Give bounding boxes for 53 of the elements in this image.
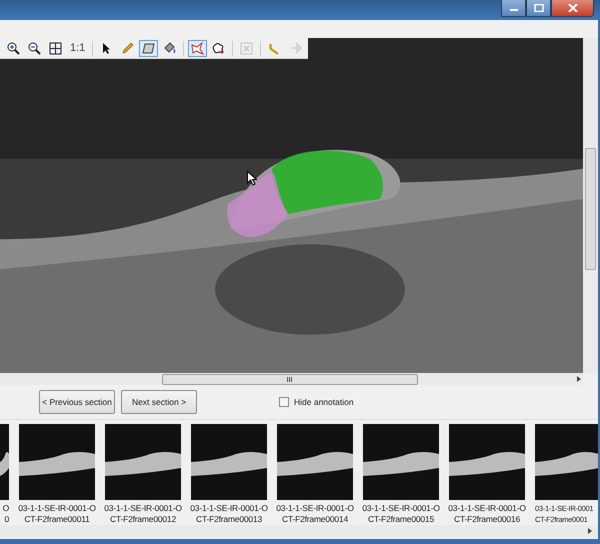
thumbnail-caption: CT-F2frame00012 [110,514,176,525]
previous-section-button[interactable]: < Previous section [39,390,115,414]
pointer-icon [247,171,257,186]
thumbnail-caption: 0 [4,514,9,525]
thumbnail-caption: 03-1-1-SE-IR-0001-O [448,503,526,514]
actual-size-button[interactable]: 1:1 [67,40,88,56]
right-arrow-icon[interactable] [577,376,581,382]
horizontal-scrollbar[interactable] [0,373,583,385]
scan-thumbnail[interactable] [277,424,353,500]
zoom-in-icon [7,42,20,54]
scrollbar-thumb[interactable] [162,374,418,385]
polygon-button[interactable] [139,40,158,56]
grip-icon [287,377,293,382]
right-arrow-icon[interactable] [588,528,592,534]
shape-icon [142,42,156,54]
blob-icon [212,42,226,54]
thumbnail-caption: CT-F2frame00013 [196,514,262,525]
thumbnail-caption: CT-F2frame00014 [282,514,348,525]
thumbnail-caption: 03-1-1-SE-IR-0001-O [18,503,96,514]
hide-annotation-checkbox[interactable] [279,397,289,407]
fit-icon [49,42,62,54]
scan-thumbnail[interactable] [449,424,525,500]
scan-thumbnail[interactable] [0,424,9,500]
maximize-button[interactable] [526,0,551,17]
zoom-out-icon [28,42,41,54]
scan-thumbnail[interactable] [191,424,267,500]
maximize-icon [534,4,544,12]
scan-thumbnail[interactable] [105,424,181,500]
horizontal-scrollbar[interactable] [0,525,598,537]
thumbnail-caption: CT-F2frame00016 [454,514,520,525]
thumbnail-caption: 03-1-1-SE-IR-0001-O [104,503,182,514]
thumbnail-caption: CT-F2frame00015 [368,514,434,525]
minimize-button[interactable] [501,0,526,17]
close-button[interactable] [551,0,594,17]
thumbnail-caption: 03-1-1-SE-IR-0001-O [190,503,268,514]
undo-icon [268,42,282,54]
next-section-button[interactable]: Next section > [121,390,197,414]
vertical-scrollbar[interactable] [583,38,598,373]
thumbnail-caption: CT-F2frame00011 [24,514,90,525]
scan-thumbnail[interactable] [19,424,95,500]
delete-icon [240,42,254,54]
thumbnail-caption: 03-1-1-SE-IR-0001-O [276,503,354,514]
thumbnail-caption: O [2,503,9,514]
close-icon [568,4,578,12]
hide-annotation-label: Hide annotation [294,397,354,407]
lasso-icon [191,42,204,54]
scan-thumbnail[interactable] [363,424,439,500]
pencil-icon [121,42,134,54]
scan-thumbnail[interactable] [535,424,598,500]
thumbnail-caption: 03-1-1-SE-IR-0001-O [362,503,440,514]
redo-icon [289,42,302,54]
bucket-icon [163,42,176,54]
lasso-button[interactable] [188,40,208,56]
